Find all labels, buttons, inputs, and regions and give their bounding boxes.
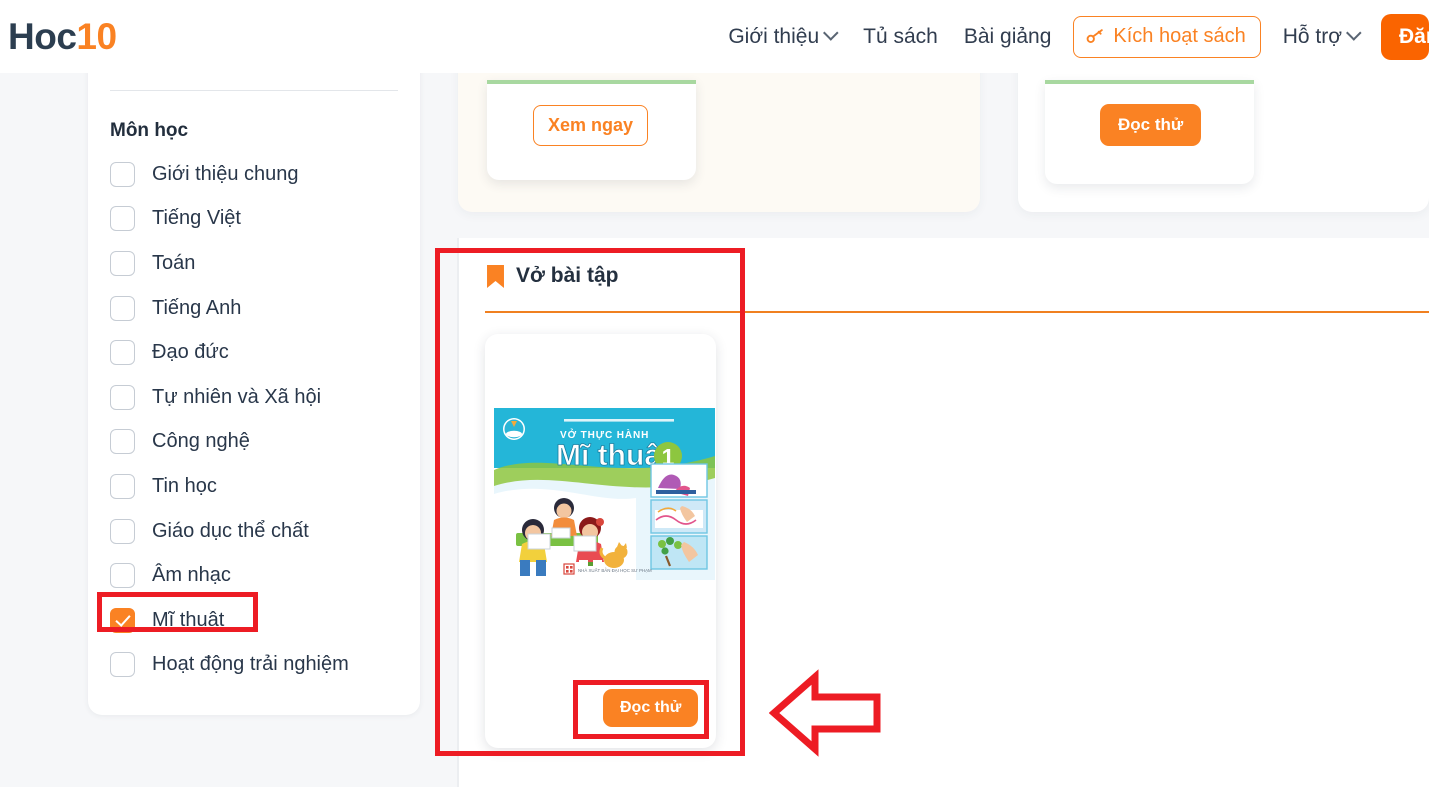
- key-icon: [1087, 28, 1104, 43]
- section-header: Vở bài tập: [458, 238, 1429, 288]
- chevron-down-icon: [1346, 25, 1362, 41]
- logo-text-dark: Hoc: [8, 16, 77, 57]
- logo-text-accent: 10: [76, 16, 117, 57]
- checkbox-icon[interactable]: [110, 250, 135, 276]
- subject-filter-row[interactable]: Hoạt động trải nghiệm: [110, 643, 400, 688]
- nav-item-ho-tro[interactable]: Hỗ trợ: [1270, 17, 1373, 57]
- checkbox-icon[interactable]: [110, 563, 135, 589]
- subject-filter-row[interactable]: Giới thiệu chung: [110, 152, 400, 197]
- doc-thu-label-top: Đọc thử: [1118, 115, 1184, 134]
- section-title: Vở bài tập: [516, 264, 619, 287]
- checkbox-icon[interactable]: [110, 652, 135, 678]
- subject-filter-row[interactable]: Đạo đức: [110, 330, 400, 375]
- doc-thu-button-top[interactable]: Đọc thử: [1100, 104, 1202, 146]
- login-button-label: Đăng nhập: [1399, 24, 1429, 48]
- checkbox-icon[interactable]: [110, 518, 135, 544]
- subject-filter-row[interactable]: Tự nhiên và Xã hội: [110, 375, 400, 420]
- subject-filter-label: Đạo đức: [152, 341, 229, 364]
- subject-filter-row[interactable]: Toán: [110, 241, 400, 286]
- login-button[interactable]: Đăng nhập: [1381, 13, 1429, 60]
- subject-filter-label: Mĩ thuật: [152, 608, 225, 631]
- nav-label-ho-tro: Hỗ trợ: [1282, 24, 1342, 48]
- subject-filter-label: Toán: [152, 251, 196, 274]
- book-card-top-right[interactable]: Đọc thử: [1045, 80, 1254, 184]
- subject-filter-list: Giới thiệu chung Tiếng Việt Toán Tiếng Anh Đ…: [110, 152, 400, 687]
- activate-book-label: Kích hoạt sách: [1113, 24, 1246, 47]
- subject-filter-label: Giáo dục thể chất: [152, 519, 309, 542]
- checkbox-icon[interactable]: [110, 295, 135, 321]
- filter-sidebar: Môn học Giới thiệu chung Tiếng Việt Toán Ti…: [88, 0, 420, 715]
- bookmark-icon: [487, 264, 504, 288]
- subject-filter-label: Tiếng Việt: [152, 207, 241, 230]
- xem-ngay-label: Xem ngay: [548, 115, 634, 135]
- checkbox-checked-icon[interactable]: [110, 607, 135, 633]
- subject-filter-row[interactable]: Tiếng Anh: [110, 286, 400, 331]
- book-cover-image: VỞ THỰC HÀNH Mĩ thuật 1 NHÀ XUẤT BẢN ĐẠI…: [486, 408, 715, 580]
- subject-filter-row[interactable]: Công nghệ: [110, 420, 400, 465]
- nav-label-bai-giang: Bài giảng: [963, 24, 1052, 48]
- subject-filter-row[interactable]: Tin học: [110, 464, 400, 509]
- subject-filter-label: Tiếng Anh: [152, 296, 242, 319]
- book-card-top-left[interactable]: Xem ngay: [487, 80, 696, 180]
- xem-ngay-button[interactable]: Xem ngay: [533, 105, 649, 146]
- nav-label-gioi-thieu: Giới thiệu: [728, 24, 820, 48]
- checkbox-icon[interactable]: [110, 429, 135, 455]
- main-navigation: Giới thiệu Tủ sách Bài giảng Kích hoạt s…: [715, 0, 1429, 73]
- nav-item-bai-giang[interactable]: Bài giảng: [951, 17, 1065, 57]
- subject-filter-label: Công nghệ: [152, 430, 250, 453]
- subject-filter-row[interactable]: Tiếng Việt: [110, 197, 400, 242]
- subject-filter-label: Tin học: [152, 474, 217, 497]
- checkbox-icon[interactable]: [110, 340, 135, 366]
- activate-book-button[interactable]: Kích hoạt sách: [1073, 15, 1261, 58]
- section-left-divider: [457, 238, 459, 787]
- checkbox-icon[interactable]: [110, 473, 135, 499]
- checkbox-icon[interactable]: [110, 206, 135, 232]
- subject-filter-label: Hoạt động trải nghiệm: [152, 653, 349, 676]
- doc-thu-button[interactable]: Đọc thử: [603, 689, 699, 727]
- subject-filter-row[interactable]: Mĩ thuật: [110, 598, 400, 643]
- site-header: Hoc10 Giới thiệu Tủ sách Bài giảng Kích …: [0, 0, 1429, 73]
- checkbox-icon[interactable]: [110, 161, 135, 187]
- chevron-down-icon: [823, 25, 839, 41]
- book-card-vo-bai-tap[interactable]: VỞ THỰC HÀNH Mĩ thuật 1 NHÀ XUẤT BẢN ĐẠI…: [485, 334, 716, 748]
- subject-filter-label: Âm nhạc: [152, 564, 231, 587]
- subject-filter-row[interactable]: Giáo dục thể chất: [110, 509, 400, 554]
- filter-group-title: Môn học: [110, 120, 189, 141]
- site-logo[interactable]: Hoc10: [8, 18, 117, 55]
- checkbox-icon[interactable]: [110, 384, 135, 410]
- svg-text:NHÀ XUẤT BẢN ĐẠI HỌC SƯ PHẠM: NHÀ XUẤT BẢN ĐẠI HỌC SƯ PHẠM: [578, 568, 652, 573]
- doc-thu-label: Đọc thử: [620, 699, 682, 716]
- nav-label-tu-sach: Tủ sách: [863, 24, 938, 48]
- nav-item-tu-sach[interactable]: Tủ sách: [850, 17, 951, 57]
- sidebar-divider: [110, 90, 398, 91]
- subject-filter-label: Tự nhiên và Xã hội: [152, 385, 322, 408]
- subject-filter-row[interactable]: Âm nhạc: [110, 553, 400, 598]
- section-orange-rule: [485, 311, 1429, 313]
- nav-item-gioi-thieu[interactable]: Giới thiệu: [715, 17, 850, 57]
- subject-filter-label: Giới thiệu chung: [152, 162, 299, 185]
